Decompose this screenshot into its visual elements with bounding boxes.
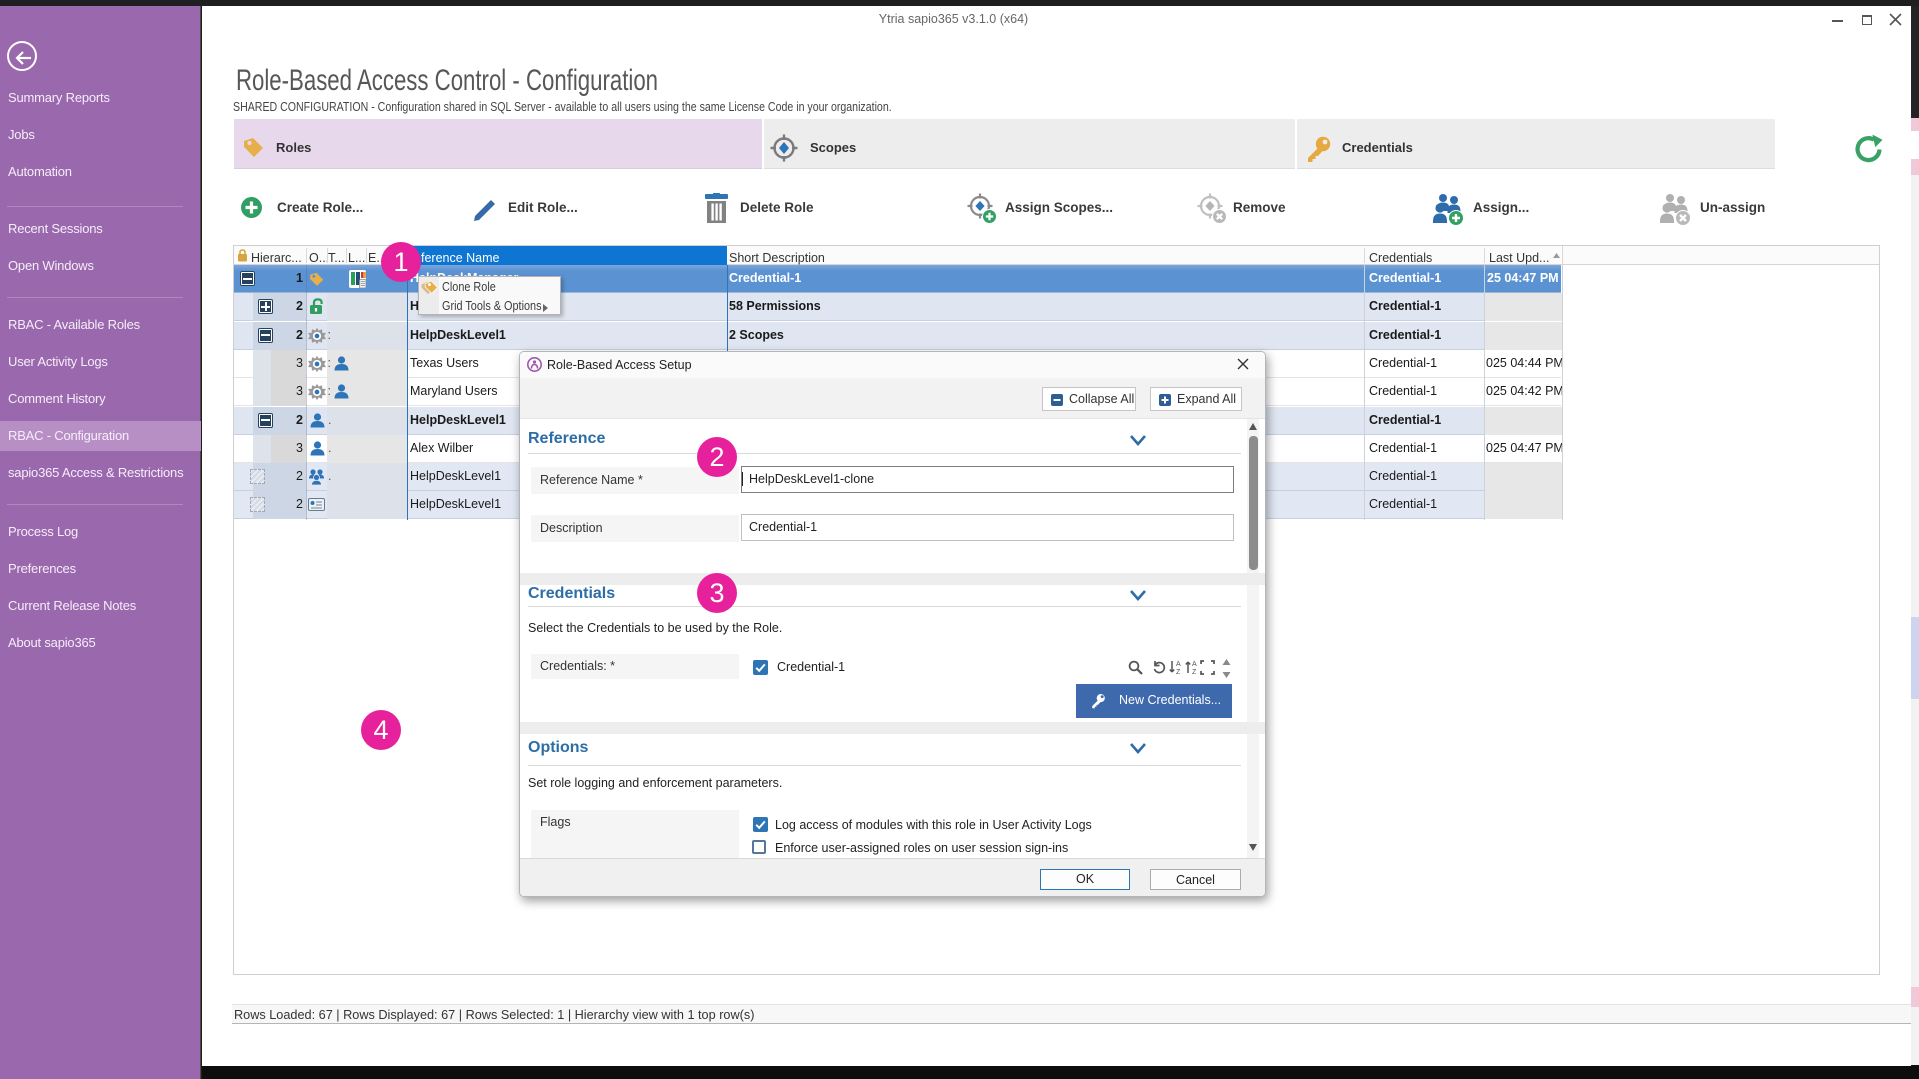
svg-text:A: A bbox=[1176, 661, 1181, 668]
svg-text:Z: Z bbox=[1192, 669, 1197, 675]
svg-text:Z: Z bbox=[1176, 669, 1181, 675]
svg-text:A: A bbox=[1192, 661, 1197, 668]
